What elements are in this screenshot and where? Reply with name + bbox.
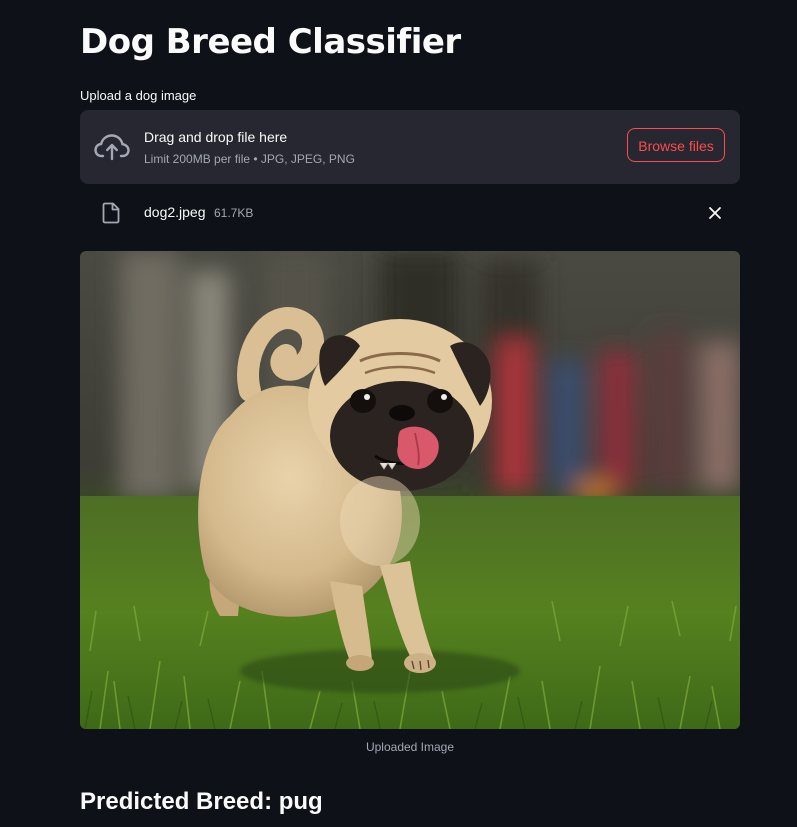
page-title: Dog Breed Classifier (80, 22, 461, 62)
file-name: dog2.jpeg (144, 204, 206, 220)
pug-photo (80, 251, 740, 729)
file-size: 61.7KB (214, 206, 254, 220)
predicted-breed-heading: Predicted Breed: pug (80, 788, 323, 815)
file-dropzone[interactable]: Drag and drop file here Limit 200MB per … (80, 110, 740, 184)
close-icon[interactable] (708, 206, 722, 220)
file-icon (102, 202, 120, 224)
dropzone-limit: Limit 200MB per file • JPG, JPEG, PNG (144, 152, 355, 166)
dropzone-instructions: Drag and drop file here (144, 129, 288, 145)
browse-files-button[interactable]: Browse files (627, 128, 725, 162)
uploaded-file-row: dog2.jpeg 61.7KB (80, 196, 740, 230)
image-caption: Uploaded Image (365, 740, 455, 754)
uploader-label: Upload a dog image (80, 88, 197, 103)
cloud-upload-icon (94, 134, 130, 161)
uploaded-image (80, 251, 740, 729)
